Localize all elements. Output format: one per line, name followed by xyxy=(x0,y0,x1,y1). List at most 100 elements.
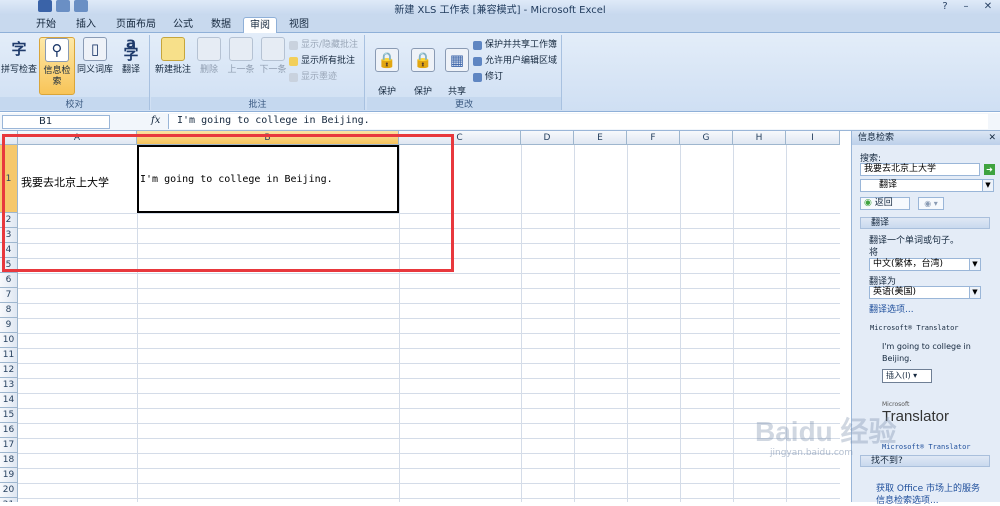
window-title: 新建 XLS 工作表 [兼容模式] - Microsoft Excel xyxy=(394,5,606,16)
grid-line xyxy=(18,378,840,379)
group-label-comments: 批注 xyxy=(151,97,364,110)
translate-button[interactable]: a字 翻译 xyxy=(113,34,149,76)
insert-label: 插入(I) xyxy=(886,371,911,380)
ms-translator-header[interactable]: Microsoft® Translator xyxy=(870,324,959,332)
translation-options-link[interactable]: 翻译选项... xyxy=(869,302,914,315)
grid-line xyxy=(18,408,840,409)
tab-review[interactable]: 审阅 xyxy=(243,17,277,33)
column-header-f[interactable]: F xyxy=(627,131,680,145)
grid-line xyxy=(18,438,840,439)
protect-workbook-icon: 🔒 xyxy=(411,48,435,72)
to-language-select[interactable]: 英语(美国) ▼ xyxy=(869,286,981,299)
close-button[interactable]: ✕ xyxy=(977,1,999,13)
logo-microsoft-text: Microsoft xyxy=(882,401,910,408)
highlight-annotation-box xyxy=(2,134,454,272)
close-icon[interactable]: ✕ xyxy=(988,131,996,145)
row-header[interactable]: 16 xyxy=(0,423,18,438)
show-ink-label: 显示墨迹 xyxy=(301,72,338,82)
track-changes-icon xyxy=(473,73,482,82)
row-header[interactable]: 9 xyxy=(0,318,18,333)
show-hide-comment-button[interactable]: 显示/隐藏批注 xyxy=(289,39,358,52)
ribbon: 字 拼写检查 ⚲ 信息检索 ▯ 同义词库 a字 翻译 校对 新建批注 删除 上一… xyxy=(0,33,1000,112)
tab-home[interactable]: 开始 xyxy=(30,17,62,33)
track-changes-button[interactable]: 修订 xyxy=(473,71,503,84)
grid-line xyxy=(18,498,840,499)
share-workbook-icon: ▦ xyxy=(445,48,469,72)
name-box[interactable]: B1 xyxy=(2,115,110,129)
fx-icon[interactable]: fx xyxy=(151,115,160,126)
insert-button[interactable]: 插入(I) ▾ xyxy=(882,369,932,383)
tab-page-layout[interactable]: 页面布局 xyxy=(110,17,162,33)
section-translate-header[interactable]: 翻译 xyxy=(860,217,990,229)
tab-insert[interactable]: 插入 xyxy=(70,17,102,33)
thesaurus-button[interactable]: ▯ 同义词库 xyxy=(77,37,113,76)
group-label-changes: 更改 xyxy=(367,97,561,110)
forward-button[interactable]: ◉ ▾ xyxy=(918,197,944,210)
show-all-comments-button[interactable]: 显示所有批注 xyxy=(289,55,355,68)
column-header-d[interactable]: D xyxy=(521,131,574,145)
row-header[interactable]: 21 xyxy=(0,498,18,502)
section-not-found-header[interactable]: 找不到? xyxy=(860,455,990,467)
back-button[interactable]: ◉ 返回 xyxy=(860,197,910,210)
go-arrow-icon[interactable]: ➜ xyxy=(984,164,995,175)
row-header[interactable]: 18 xyxy=(0,453,18,468)
next-comment-button[interactable]: 下一条 xyxy=(257,37,289,76)
row-header[interactable]: 10 xyxy=(0,333,18,348)
grid-line xyxy=(18,453,840,454)
research-label: 信息检索 xyxy=(43,66,71,87)
row-header[interactable]: 7 xyxy=(0,288,18,303)
row-header[interactable]: 12 xyxy=(0,363,18,378)
protect-share-icon xyxy=(473,41,482,50)
new-comment-label: 新建批注 xyxy=(154,65,191,75)
minimize-button[interactable]: – xyxy=(955,1,977,13)
protect-share-button[interactable]: 保护并共享工作簿 xyxy=(473,39,557,52)
row-header[interactable]: 19 xyxy=(0,468,18,483)
row-header[interactable]: 13 xyxy=(0,378,18,393)
previous-comment-button[interactable]: 上一条 xyxy=(225,37,257,76)
spell-check-label: 拼写检查 xyxy=(1,65,38,75)
help-icon[interactable]: ? xyxy=(934,1,956,13)
grid-line xyxy=(574,145,575,502)
translation-result: I'm going to college in Beijing. xyxy=(882,342,971,363)
spell-check-button[interactable]: 字 拼写检查 xyxy=(1,37,37,76)
formula-input[interactable]: I'm going to college in Beijing. xyxy=(168,114,988,129)
tab-view[interactable]: 视图 xyxy=(283,17,315,33)
allow-edit-ranges-button[interactable]: 允许用户编辑区域 xyxy=(473,55,557,68)
spell-check-icon: 字 xyxy=(11,39,27,58)
to-language-value: 英语(美国) xyxy=(873,287,917,297)
column-header-h[interactable]: H xyxy=(733,131,786,145)
column-header-i[interactable]: I xyxy=(786,131,840,145)
formula-bar: B1 fx I'm going to college in Beijing. xyxy=(0,113,1000,131)
grid-line xyxy=(18,393,840,394)
worksheet-grid[interactable]: A B C D E F G H I 1 2 3 4 5 6 7 8 9 10 1… xyxy=(0,131,840,502)
allow-edit-ranges-icon xyxy=(473,57,482,66)
search-input[interactable]: 我要去北京上大学 xyxy=(860,163,980,176)
research-button[interactable]: ⚲ 信息检索 xyxy=(39,37,75,95)
translate-icon: a字 xyxy=(123,34,139,63)
show-hide-comment-icon xyxy=(289,41,298,50)
row-header[interactable]: 20 xyxy=(0,483,18,498)
new-comment-button[interactable]: 新建批注 xyxy=(153,37,193,76)
row-header[interactable]: 14 xyxy=(0,393,18,408)
chevron-down-icon: ▼ xyxy=(969,259,980,270)
allow-edit-ranges-label: 允许用户编辑区域 xyxy=(485,56,558,66)
grid-line xyxy=(18,318,840,319)
column-header-e[interactable]: E xyxy=(574,131,627,145)
row-header[interactable]: 15 xyxy=(0,408,18,423)
row-header[interactable]: 11 xyxy=(0,348,18,363)
tab-formulas[interactable]: 公式 xyxy=(167,17,199,33)
delete-comment-label: 删除 xyxy=(199,65,218,75)
service-select[interactable]: 翻译 ▼ xyxy=(860,179,994,192)
grid-line xyxy=(680,145,681,502)
column-header-g[interactable]: G xyxy=(680,131,733,145)
show-ink-button[interactable]: 显示墨迹 xyxy=(289,71,337,84)
delete-comment-button[interactable]: 删除 xyxy=(195,37,223,76)
baidu-watermark: Baidu 经验 xyxy=(755,416,897,447)
research-options-link[interactable]: 信息检索选项... xyxy=(876,493,939,506)
row-header[interactable]: 8 xyxy=(0,303,18,318)
row-header[interactable]: 17 xyxy=(0,438,18,453)
row-header[interactable]: 6 xyxy=(0,273,18,288)
grid-line xyxy=(627,145,628,502)
tab-data[interactable]: 数据 xyxy=(205,17,237,33)
from-language-select[interactable]: 中文(繁体，台湾) ▼ xyxy=(869,258,981,271)
